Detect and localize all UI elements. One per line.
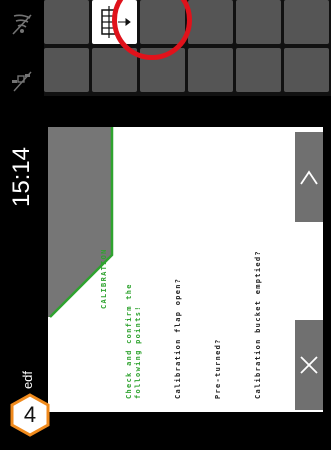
checklist-item-bucket: Calibration bucket emptied?: [254, 250, 262, 399]
checklist-item-preturned: Pre-turned?: [214, 338, 222, 399]
close-icon: [300, 356, 318, 374]
step-number: 4: [23, 402, 37, 427]
softkey-10[interactable]: [188, 48, 233, 92]
confirm-button[interactable]: [295, 132, 323, 222]
dialog-header-shape: [48, 127, 114, 318]
softkey-11[interactable]: [236, 48, 281, 92]
dialog-intro-line-1: Check and confirm the: [125, 283, 133, 399]
chevron-up-icon: [300, 170, 318, 185]
dialog-title: CALIBRATION: [100, 248, 108, 309]
status-bar: 15:14 edf: [0, 0, 44, 450]
softkey-12[interactable]: [284, 48, 329, 92]
cancel-button[interactable]: [295, 320, 323, 410]
calibration-dialog: CALIBRATION Check and confirm the follow…: [48, 127, 323, 412]
softkey-6[interactable]: [284, 0, 329, 44]
softkey-8[interactable]: [92, 48, 137, 92]
terminal-screen: 15:14 edf CALIBRATION Check and confirm …: [0, 0, 331, 450]
softkey-5[interactable]: [236, 0, 281, 44]
softkey-grid: [44, 0, 331, 96]
checklist-item-flap: Calibration flap open?: [174, 277, 182, 399]
softkey-1[interactable]: [44, 0, 89, 44]
softkey-4[interactable]: [188, 0, 233, 44]
satellite-off-icon: [12, 71, 32, 92]
clock: 15:14: [8, 146, 35, 208]
step-badge: 4: [8, 393, 52, 437]
wifi-off-icon: [12, 14, 32, 35]
softkey-7[interactable]: [44, 48, 89, 92]
dialog-intro-line-2: following points!: [134, 305, 142, 399]
bottom-bar: [44, 420, 331, 450]
